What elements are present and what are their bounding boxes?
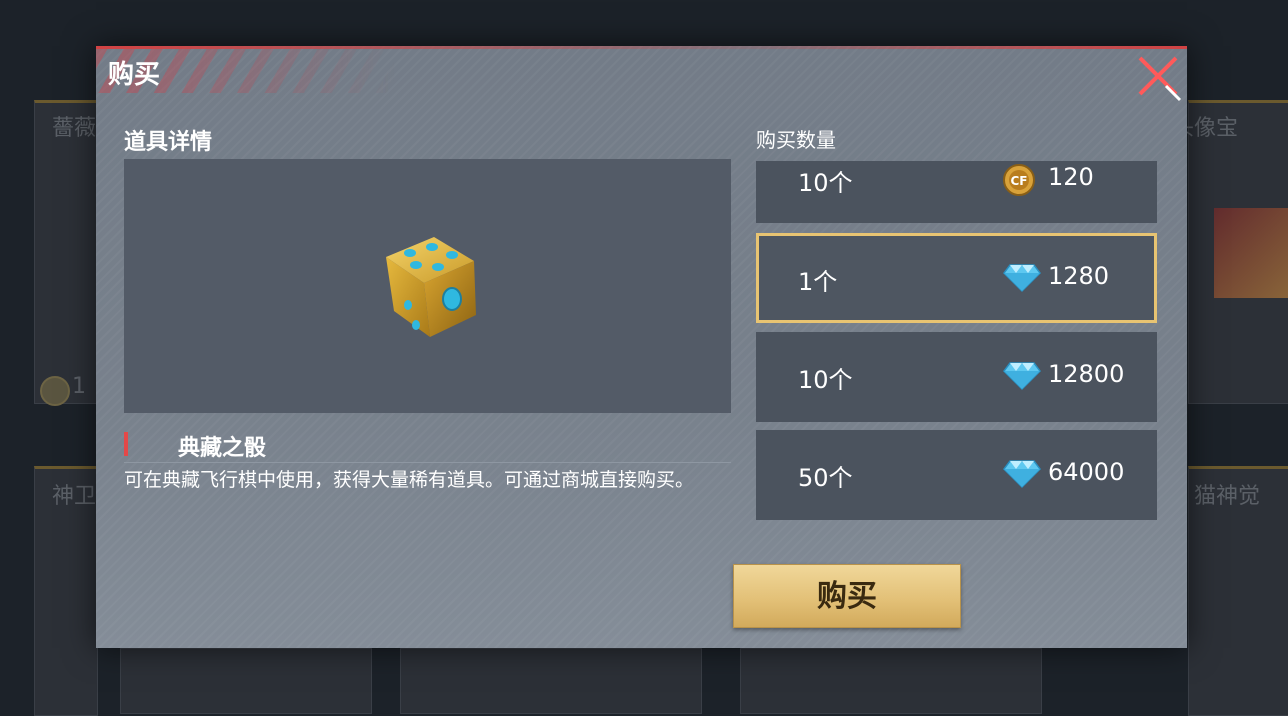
dialog-title: 购买 xyxy=(108,60,161,90)
quantity-heading: 购买数量 xyxy=(756,128,836,152)
diamond-icon xyxy=(1003,362,1041,391)
bg-card-title: 薔薇 xyxy=(52,116,97,141)
quantity-option[interactable]: 10个 CF 120 xyxy=(756,161,1157,223)
option-price: 12800 xyxy=(1048,360,1125,388)
buy-button[interactable]: 购买 xyxy=(733,564,961,628)
bg-card-bottom-2 xyxy=(400,648,702,714)
option-price: 120 xyxy=(1048,163,1094,191)
svg-text:CF: CF xyxy=(1010,174,1027,188)
option-quantity: 1个 xyxy=(798,268,838,296)
bg-card-left-top xyxy=(34,100,98,404)
close-button[interactable] xyxy=(1132,50,1184,102)
option-quantity: 10个 xyxy=(798,366,853,394)
item-name: 典藏之骰 xyxy=(178,436,267,461)
bg-card-bottom-1 xyxy=(120,648,372,714)
item-preview xyxy=(124,159,731,413)
option-quantity: 10个 xyxy=(798,169,853,197)
bg-card-bottom-3 xyxy=(740,648,1042,714)
bg-chest-image xyxy=(1214,208,1288,298)
item-details-heading: 道具详情 xyxy=(124,130,213,155)
purchase-dialog: 购买 道具详情 典藏之骰 可在典藏飞行棋中使用，获得大量稀有道具。可通过商城直接… xyxy=(96,46,1187,648)
diamond-icon xyxy=(1003,264,1041,293)
bg-card-price: 1 xyxy=(72,374,86,399)
diamond-icon xyxy=(1003,460,1041,489)
item-description: 可在典藏飞行棋中使用，获得大量稀有道具。可通过商城直接购买。 xyxy=(124,469,695,491)
cf-coin-icon: CF xyxy=(1003,164,1035,196)
item-name-accent-bar xyxy=(124,432,128,456)
option-quantity: 50个 xyxy=(798,464,853,492)
item-name-row: 典藏之骰 xyxy=(124,430,731,463)
quantity-option[interactable]: 50个 64000 xyxy=(756,430,1157,520)
dice-image xyxy=(386,237,476,337)
bg-card-title: 猫神觉 xyxy=(1194,484,1261,509)
option-price: 64000 xyxy=(1048,458,1125,486)
bg-card-title: 神卫 xyxy=(52,484,97,509)
quantity-option[interactable]: 10个 12800 xyxy=(756,332,1157,422)
option-price: 1280 xyxy=(1048,262,1110,290)
bg-coin-icon xyxy=(40,376,70,406)
quantity-option-selected[interactable]: 1个 1280 xyxy=(756,233,1157,323)
close-icon xyxy=(1138,56,1182,102)
